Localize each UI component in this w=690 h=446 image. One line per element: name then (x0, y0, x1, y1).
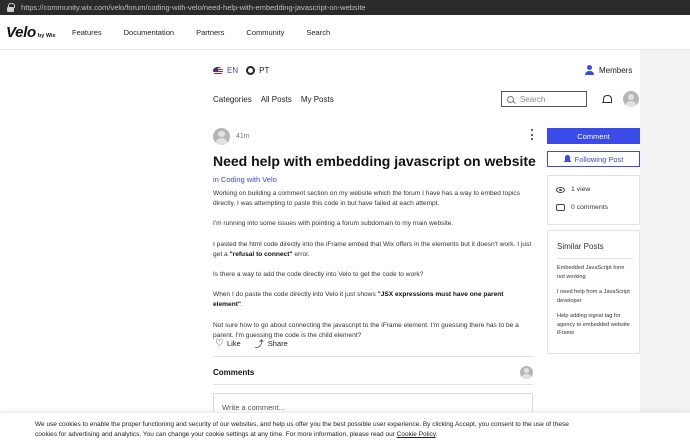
us-flag-icon (213, 66, 223, 75)
share-button[interactable]: Share (268, 339, 288, 348)
post-paragraph: When I do paste the code directly into V… (213, 291, 504, 309)
similar-posts-heading: Similar Posts (557, 242, 604, 251)
more-options-icon[interactable] (531, 129, 534, 140)
share-icon[interactable]: ⤴ (255, 337, 264, 350)
author-avatar[interactable] (213, 128, 230, 145)
comment-bubble-icon (556, 204, 565, 211)
notifications-bell-icon[interactable] (602, 94, 612, 104)
language-pt[interactable]: PT (259, 66, 269, 75)
similar-post-link[interactable]: I need help from a JavaScript developer (557, 288, 633, 305)
search-placeholder: Search (520, 94, 546, 104)
members-link[interactable]: Members (585, 65, 632, 75)
language-switcher: EN PT (213, 66, 269, 75)
views-count: 1 view (571, 186, 591, 193)
cookie-text: We use cookies to enable the proper func… (35, 421, 569, 438)
post-title: Need help with embedding javascript on w… (213, 153, 536, 169)
similar-post-link[interactable]: Embedded JavaScript form not working (557, 264, 633, 281)
search-input[interactable]: Search (501, 91, 587, 107)
logo-by-text: by Wix (37, 32, 56, 39)
post-paragraph: I pasted the html code directly into the… (213, 240, 532, 258)
nav-search[interactable]: Search (306, 28, 330, 37)
comments-stat: 0 comments (556, 204, 608, 211)
browser-address-bar[interactable]: https://community.wix.com/velo/forum/cod… (0, 0, 690, 15)
comment-button[interactable]: Comment (547, 128, 640, 144)
like-button[interactable]: Like (227, 339, 241, 348)
nav-features[interactable]: Features (72, 28, 102, 37)
velo-logo[interactable]: Velo by Wix (6, 24, 58, 41)
user-avatar[interactable] (623, 91, 639, 107)
comments-heading: Comments (213, 368, 255, 377)
logo-text: Velo (6, 23, 36, 41)
site-header: Velo by Wix Features Documentation Partn… (0, 15, 690, 50)
post-category-link[interactable]: in Coding with Velo (213, 175, 277, 184)
post-body: Working on building a comment section on… (213, 189, 533, 351)
similar-posts-panel: Similar Posts Embedded JavaScript form n… (547, 230, 640, 354)
cookie-policy-link[interactable]: Cookie Policy (397, 431, 436, 438)
post-paragraph: Working on building a comment section on… (213, 190, 521, 208)
eye-icon (556, 186, 565, 193)
search-icon (507, 95, 514, 103)
comments-count: 0 comments (571, 204, 609, 211)
following-post-label: Following Post (574, 154, 624, 164)
post-time: 41m (236, 133, 250, 140)
divider (557, 258, 633, 259)
divider (213, 384, 533, 385)
forum-tabs: Categories All Posts My Posts (213, 95, 343, 104)
tab-my-posts[interactable]: My Posts (301, 95, 334, 104)
post-stats: 1 view 0 comments (547, 175, 640, 225)
language-en[interactable]: EN (227, 66, 238, 75)
bell-icon (563, 155, 571, 163)
tab-all-posts[interactable]: All Posts (261, 95, 292, 104)
members-icon (585, 65, 594, 75)
commenter-avatar (520, 366, 533, 379)
post-paragraph: Is there a way to add the code directly … (213, 271, 424, 279)
post-paragraph: I'm running into some issues with pointi… (213, 220, 454, 228)
nav-partners[interactable]: Partners (196, 28, 224, 37)
divider (213, 356, 533, 357)
url-text[interactable]: https://community.wix.com/velo/forum/cod… (21, 3, 366, 12)
following-post-button[interactable]: Following Post (547, 151, 640, 167)
heart-icon[interactable]: ♡ (215, 338, 224, 349)
views-stat: 1 view (556, 186, 590, 193)
nav-documentation[interactable]: Documentation (124, 28, 174, 37)
globe-icon (246, 66, 256, 75)
cookie-banner: We use cookies to enable the proper func… (0, 412, 690, 446)
post-actions: ♡ Like ⤴ Share (215, 337, 288, 350)
members-label: Members (599, 65, 633, 75)
page-side-background (640, 50, 690, 412)
lock-icon (6, 3, 15, 12)
tab-categories[interactable]: Categories (213, 95, 252, 104)
similar-post-link[interactable]: Help adding signal tag for agency to emb… (557, 312, 633, 338)
nav-community[interactable]: Community (246, 28, 284, 37)
